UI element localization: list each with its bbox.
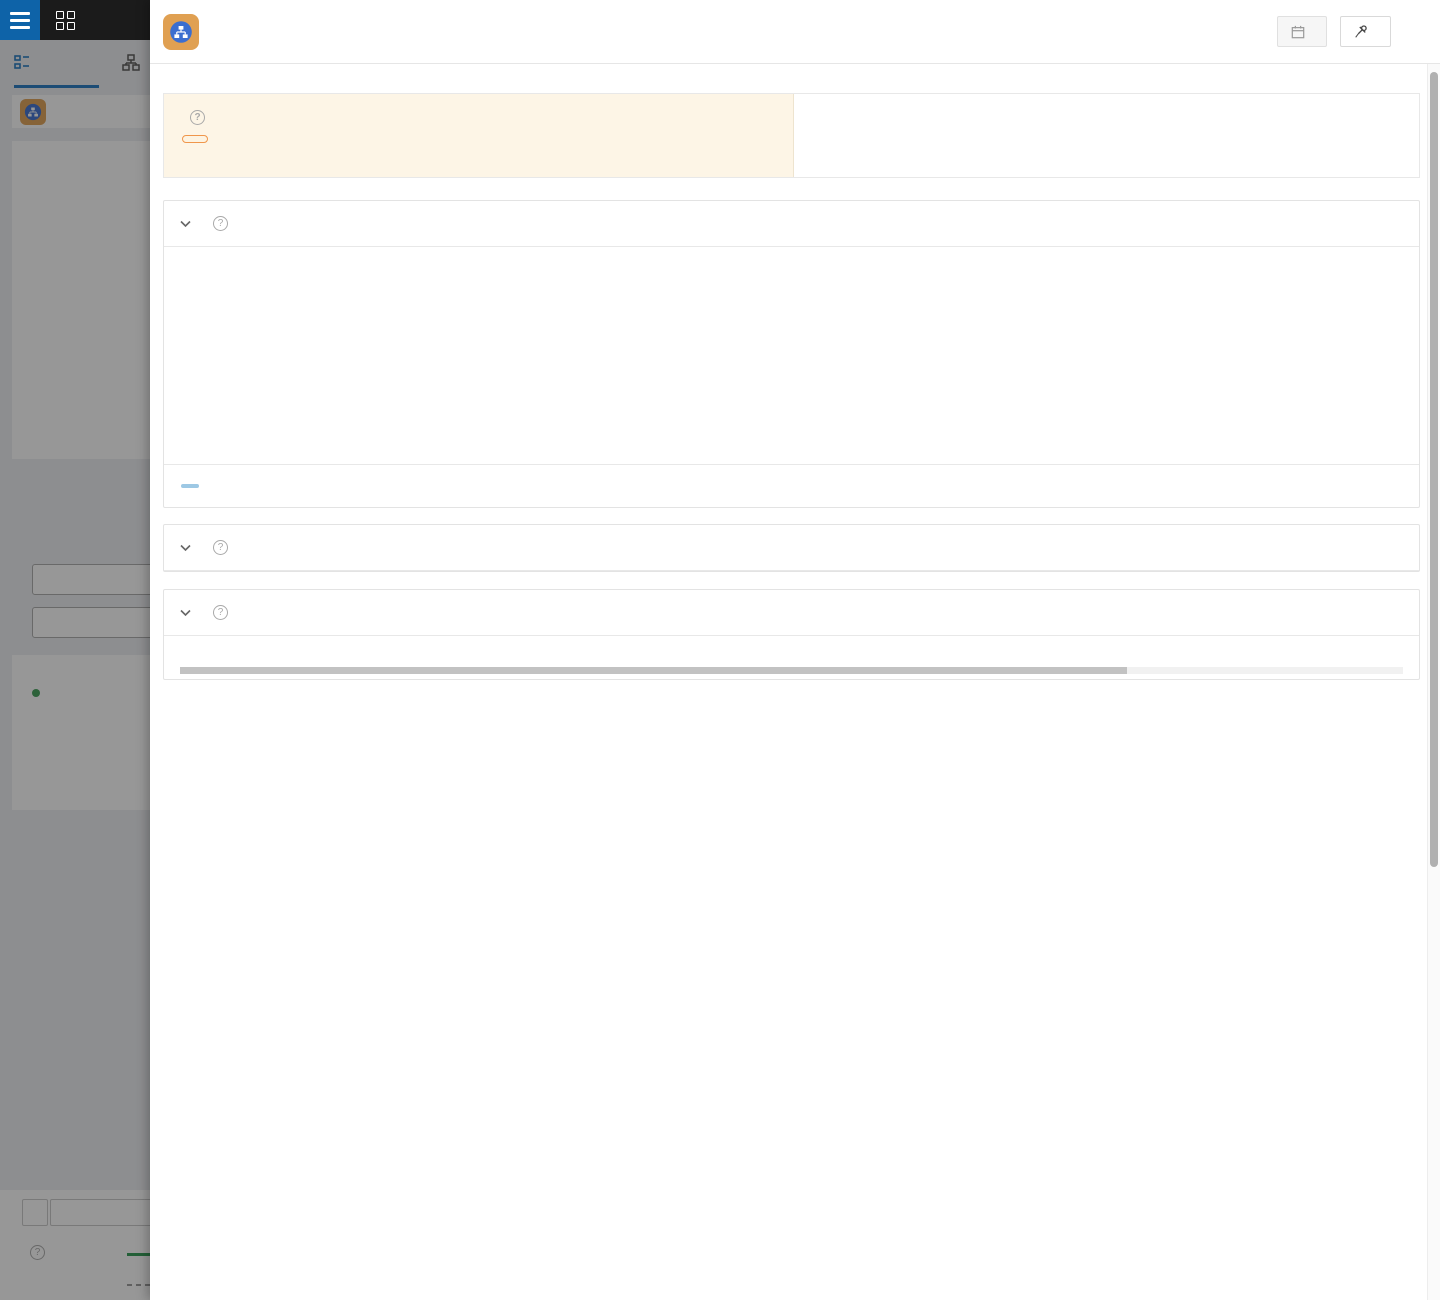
horizontal-scrollbar-thumb[interactable] — [180, 667, 1127, 674]
modal-header — [150, 0, 1440, 64]
hamburger-menu-button[interactable] — [0, 0, 40, 40]
supporting-metrics-section: ? — [163, 200, 1420, 508]
related-health-violations-help-icon[interactable]: ? — [213, 540, 228, 555]
remediation-guide-section: ? — [163, 589, 1420, 680]
add-to-pinned-button[interactable] — [1340, 16, 1391, 47]
time-picker-button[interactable] — [1277, 16, 1327, 47]
chevron-down-icon — [180, 544, 191, 552]
vertical-scrollbar-thumb[interactable] — [1430, 72, 1438, 867]
hamburger-icon — [10, 12, 30, 15]
chevron-down-icon — [180, 609, 191, 617]
pin-icon — [1354, 24, 1369, 39]
supporting-metrics-help-icon[interactable]: ? — [213, 216, 228, 231]
related-health-violations-section: ? — [163, 524, 1420, 572]
modal-body: ? ? — [150, 64, 1440, 1300]
health-state-badge — [182, 135, 208, 143]
health-state-cell: ? — [164, 94, 794, 177]
legend-swatch — [181, 484, 199, 488]
component-icon — [163, 14, 199, 50]
metric-chart — [181, 272, 1440, 464]
chevron-down-icon — [180, 220, 191, 228]
remediation-content — [164, 636, 1419, 674]
calendar-icon — [1291, 25, 1305, 39]
vertical-scrollbar[interactable] — [1427, 64, 1440, 1300]
triggered-time-cell — [794, 94, 1419, 177]
components-grid-icon — [56, 11, 75, 30]
horizontal-scrollbar[interactable] — [180, 667, 1403, 674]
chart-legend — [164, 464, 1419, 507]
remediation-guide-help-icon[interactable]: ? — [213, 605, 228, 620]
supporting-metrics-header[interactable]: ? — [164, 201, 1419, 247]
health-state-panel: ? — [163, 93, 1420, 178]
monitor-status-modal: ? ? — [150, 0, 1440, 1300]
related-health-violations-header[interactable]: ? — [164, 525, 1419, 571]
health-state-help-icon[interactable]: ? — [190, 110, 205, 125]
remediation-guide-header[interactable]: ? — [164, 590, 1419, 636]
modal-dim-overlay — [0, 40, 150, 1300]
